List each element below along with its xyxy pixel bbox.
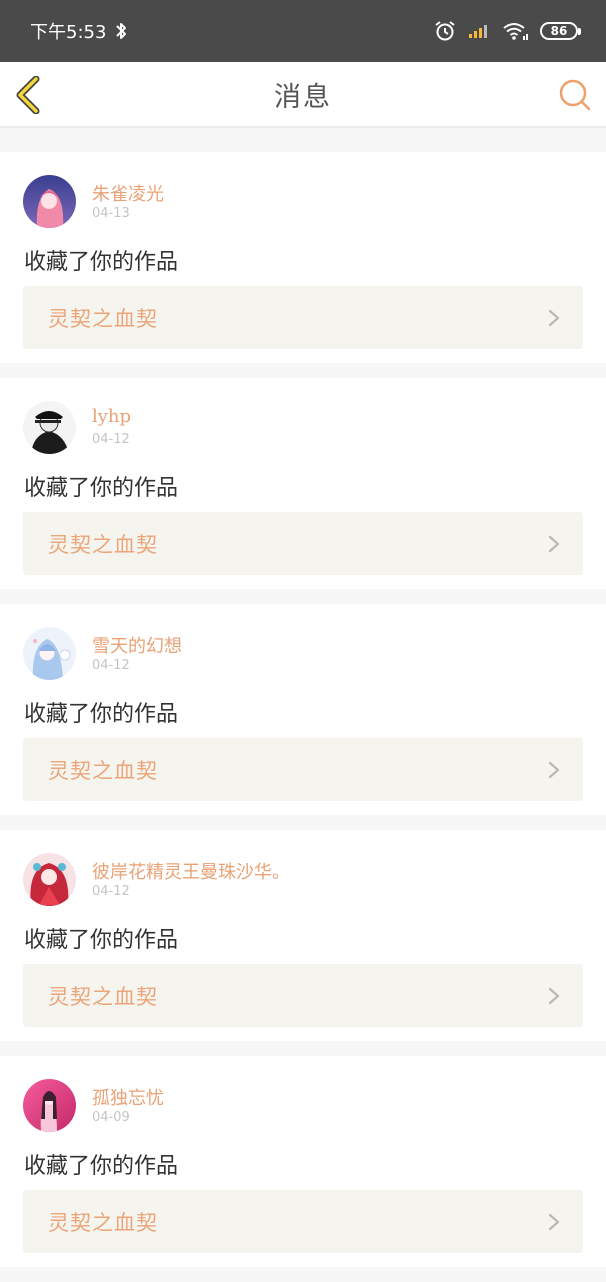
wifi-icon [503,23,528,40]
username[interactable]: lyhp [92,406,131,427]
message-card: 雪天的幻想 04-12 收藏了你的作品 灵契之血契 [0,604,606,815]
search-icon[interactable] [558,78,592,112]
work-link[interactable]: 灵契之血契 [23,512,583,575]
message-list: 朱雀凌光 04-13 收藏了你的作品 灵契之血契 lyhp 04-12 收藏了你… [0,152,606,1282]
page-title: 消息 [274,81,332,113]
message-card: 朱雀凌光 04-13 收藏了你的作品 灵契之血契 [0,152,606,363]
work-link[interactable]: 灵契之血契 [23,1190,583,1253]
alarm-icon [435,21,455,41]
status-bar: 下午5:53 86 [0,0,606,62]
message-date: 04-13 [92,206,130,221]
username[interactable]: 孤独忘忧 [92,1084,164,1110]
status-right: 86 [434,20,581,42]
battery-level: 86 [550,24,568,38]
signal-icon [469,25,487,38]
message-card: 彼岸花精灵王曼珠沙华。 04-12 收藏了你的作品 灵契之血契 [0,830,606,1041]
avatar[interactable] [23,175,76,228]
avatar[interactable] [23,401,76,454]
chevron-right-icon [548,535,560,552]
action-text: 收藏了你的作品 [24,250,179,275]
message-date: 04-09 [92,1110,130,1125]
message-card: lyhp 04-12 收藏了你的作品 灵契之血契 [0,378,606,589]
avatar[interactable] [23,627,76,680]
username[interactable]: 雪天的幻想 [92,632,182,658]
message-date: 04-12 [92,658,130,673]
chevron-right-icon [548,309,560,326]
status-left: 下午5:53 [30,18,128,44]
work-title: 灵契之血契 [48,984,158,1009]
title-bar: 消息 [0,62,606,128]
message-date: 04-12 [92,884,130,899]
work-link[interactable]: 灵契之血契 [23,738,583,801]
work-title: 灵契之血契 [48,532,158,557]
work-title: 灵契之血契 [48,306,158,331]
work-title: 灵契之血契 [48,1210,158,1235]
action-text: 收藏了你的作品 [24,1154,179,1179]
username[interactable]: 朱雀凌光 [92,180,164,206]
work-link[interactable]: 灵契之血契 [23,964,583,1027]
work-link[interactable]: 灵契之血契 [23,286,583,349]
chevron-right-icon [548,761,560,778]
action-text: 收藏了你的作品 [24,476,179,501]
chevron-right-icon [548,987,560,1004]
avatar[interactable] [23,1079,76,1132]
battery-indicator: 86 [540,22,581,40]
chevron-right-icon [548,1213,560,1230]
username[interactable]: 彼岸花精灵王曼珠沙华。 [92,858,290,884]
status-time: 下午5:53 [30,22,107,43]
work-title: 灵契之血契 [48,758,158,783]
back-chevron-icon[interactable] [14,76,50,114]
action-text: 收藏了你的作品 [24,928,179,953]
avatar[interactable] [23,853,76,906]
action-text: 收藏了你的作品 [24,702,179,727]
message-card: 孤独忘忧 04-09 收藏了你的作品 灵契之血契 [0,1056,606,1267]
bluetooth-icon [116,23,127,39]
message-date: 04-12 [92,432,130,447]
